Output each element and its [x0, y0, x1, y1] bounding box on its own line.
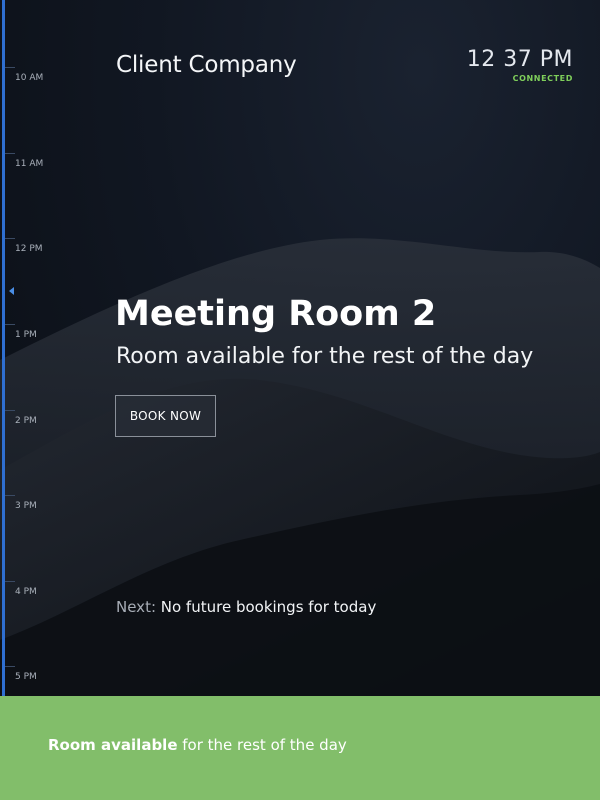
hour-label: 4 PM	[15, 587, 37, 597]
hour-label: 10 AM	[15, 73, 44, 83]
hour-tick	[5, 153, 15, 154]
hour-tick	[5, 410, 15, 411]
status-footer: Room available for the rest of the day	[0, 696, 600, 800]
clock-time: 12 37 PM	[466, 47, 573, 72]
hour-label: 12 PM	[15, 244, 43, 254]
hour-label: 3 PM	[15, 501, 37, 511]
hour-tick	[5, 581, 15, 582]
hour-label: 5 PM	[15, 672, 37, 682]
hour-tick	[5, 324, 15, 325]
connection-status: CONNECTED	[512, 74, 573, 83]
hour-tick	[5, 666, 15, 667]
footer-status-strong: Room available	[48, 736, 178, 754]
room-display: 10 AM 11 AM 12 PM 1 PM 2 PM 3 PM 4 PM 5 …	[0, 0, 600, 696]
room-name: Meeting Room 2	[115, 294, 437, 334]
next-booking-value: No future bookings for today	[160, 598, 377, 616]
current-time-marker-icon	[9, 287, 14, 295]
hour-label: 11 AM	[15, 159, 44, 169]
timeline-bar	[2, 0, 5, 696]
hour-tick	[5, 67, 15, 68]
day-timeline: 10 AM 11 AM 12 PM 1 PM 2 PM 3 PM 4 PM 5 …	[0, 0, 60, 696]
footer-status: Room available for the rest of the day	[48, 736, 347, 754]
clock: 12 37 PM CONNECTED	[467, 47, 573, 83]
company-name: Client Company	[116, 52, 297, 78]
book-now-button[interactable]: BOOK NOW	[115, 395, 216, 437]
hour-tick	[5, 238, 15, 239]
hour-label: 2 PM	[15, 416, 37, 426]
hour-label: 1 PM	[15, 330, 37, 340]
next-booking: Next: No future bookings for today	[116, 598, 376, 616]
next-prefix: Next:	[116, 598, 161, 616]
availability-text: Room available for the rest of the day	[116, 344, 534, 369]
footer-status-rest: for the rest of the day	[177, 736, 347, 754]
hour-tick	[5, 495, 15, 496]
